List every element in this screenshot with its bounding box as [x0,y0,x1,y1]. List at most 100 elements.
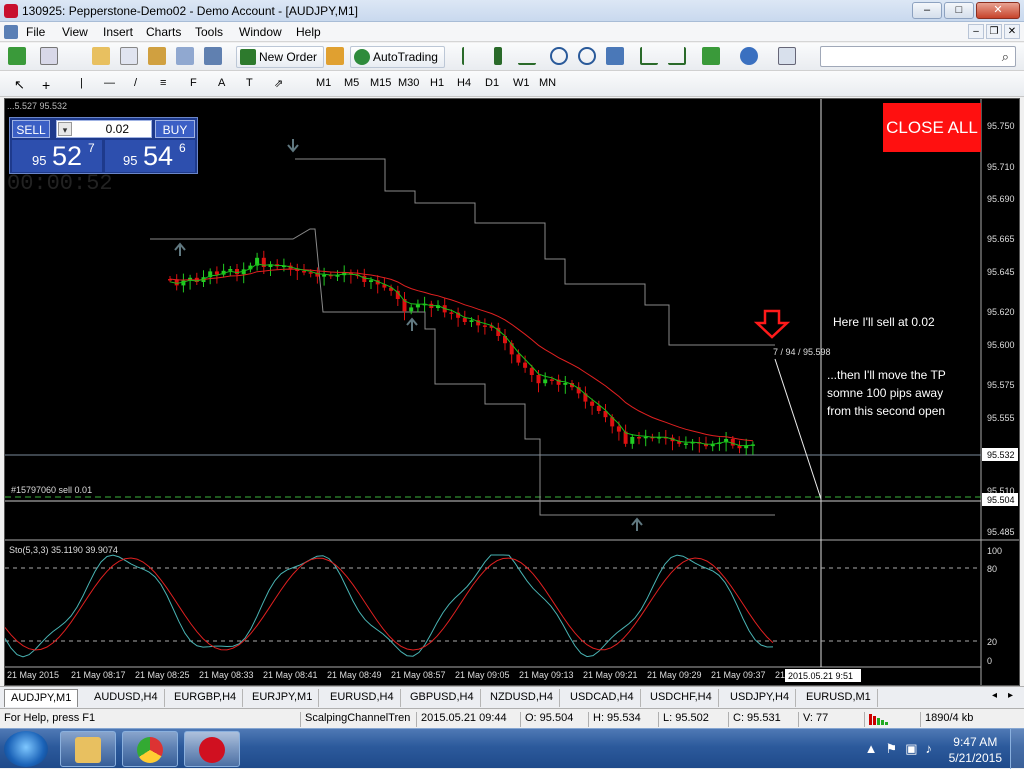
new-order-button[interactable]: New Order [236,46,325,68]
minimize-button[interactable]: – [912,2,942,19]
bar-chart-icon[interactable] [462,47,472,67]
horizontal-line-icon[interactable]: — [104,77,115,89]
status-profile: ScalpingChannelTren [300,712,410,727]
tab-gbpusd-h4[interactable]: GBPUSD,H4 [404,689,481,707]
new-chart-icon[interactable] [8,47,26,67]
zoom-in-icon[interactable] [550,47,568,67]
close-button[interactable]: ✕ [976,2,1020,19]
tab-nzdusd-h4[interactable]: NZDUSD,H4 [484,689,560,707]
chart-shift-icon[interactable] [668,47,686,67]
zoom-out-icon[interactable] [578,47,596,67]
autoscroll-icon[interactable] [640,47,658,67]
crosshair-tool-icon[interactable]: + [42,77,50,93]
tab-audjpy-m1[interactable]: AUDJPY,M1 [4,689,79,707]
tf-w1[interactable]: W1 [513,77,530,89]
text-label-icon[interactable]: T [246,77,253,89]
mdi-icon[interactable] [4,25,18,39]
chart-window[interactable]: 95.750 95.710 95.690 95.665 95.645 95.620 95.6… [4,98,1020,686]
tf-mn[interactable]: MN [539,77,556,89]
tf-h4[interactable]: H4 [457,77,471,89]
line-chart-icon[interactable] [518,47,536,67]
market-watch-icon[interactable] [92,47,110,67]
tab-eurjpy-m1[interactable]: EURJPY,M1 [246,689,320,707]
close-all-button[interactable]: CLOSE ALL [883,103,981,152]
tab-usdchf-h4[interactable]: USDCHF,H4 [644,689,719,707]
clock[interactable]: 9:47 AM 5/21/2015 [949,734,1002,766]
tabs-scroll-right-icon[interactable]: ▸ [1008,690,1013,701]
mdi-minimize-button[interactable]: – [968,24,984,39]
candlestick-chart-icon[interactable] [490,47,502,67]
meta-editor-icon[interactable] [326,47,344,67]
profiles-icon[interactable] [40,47,58,67]
time-tick-label: 21 May 08:25 [135,670,190,680]
templates-icon[interactable] [778,47,796,67]
tab-audusd-h4[interactable]: AUDUSD,H4 [88,689,165,707]
menu-help[interactable]: Help [296,25,321,39]
tf-m5[interactable]: M5 [344,77,359,89]
search-icon[interactable]: ⌕ [1002,49,1009,65]
taskbar-explorer[interactable] [60,731,116,767]
network-icon[interactable]: ▣ [905,741,917,757]
tab-eurusd-h4[interactable]: EURUSD,H4 [324,689,401,707]
tf-m1[interactable]: M1 [316,77,331,89]
menu-insert[interactable]: Insert [103,25,133,39]
menu-file[interactable]: File [26,25,45,39]
channel-icon[interactable]: ≡ [160,77,166,89]
chart-canvas[interactable]: 95.750 95.710 95.690 95.665 95.645 95.620 95.6… [5,99,1019,685]
time-tick-label: 21 May 09:05 [455,670,510,680]
sell-button[interactable]: SELL [12,120,50,138]
terminal-icon[interactable] [176,47,194,67]
tf-m30[interactable]: M30 [398,77,419,89]
text-tool-icon[interactable]: A [218,77,225,89]
taskbar-metatrader[interactable] [184,731,240,767]
tab-usdjpy-h4[interactable]: USDJPY,H4 [724,689,797,707]
menu-window[interactable]: Window [239,25,282,39]
search-box[interactable]: ⌕ [820,46,1016,67]
show-hidden-icons-icon[interactable]: ▲ [865,741,878,757]
autotrading-button[interactable]: AutoTrading [350,46,445,68]
tab-usdcad-h4[interactable]: USDCAD,H4 [564,689,641,707]
navigator-icon[interactable] [148,47,166,67]
candle-body [616,426,621,432]
candle-body [643,436,648,439]
tab-eurgbp-h4[interactable]: EURGBP,H4 [168,689,244,707]
menu-view[interactable]: View [62,25,88,39]
data-window-icon[interactable] [120,47,138,67]
indicators-icon[interactable] [702,47,720,67]
cursor-tool-icon[interactable]: ↖ [14,77,25,93]
order-label: #15797060 sell 0.01 [11,485,92,495]
arrows-icon[interactable]: ⇗ [274,77,283,90]
menu-charts[interactable]: Charts [146,25,181,39]
fibonacci-icon[interactable]: F [190,77,197,89]
menu-tools[interactable]: Tools [195,25,223,39]
ask-price-button[interactable]: 95 54 6 [105,140,195,172]
candle-body [415,304,420,308]
osc-level-label: 20 [987,637,997,647]
volume-icon[interactable]: ♪ [926,741,933,757]
buy-button[interactable]: BUY [155,120,195,138]
mdi-close-button[interactable]: ✕ [1004,24,1020,39]
vertical-line-icon[interactable]: | [80,77,83,89]
tab-eurusd-m1[interactable]: EURUSD,M1 [800,689,878,707]
tf-d1[interactable]: D1 [485,77,499,89]
mdi-restore-button[interactable]: ❐ [986,24,1002,39]
periods-icon[interactable] [740,47,758,67]
lot-dropdown-icon[interactable]: ▾ [58,122,72,136]
taskbar-chrome[interactable] [122,731,178,767]
tf-m15[interactable]: M15 [370,77,391,89]
flag-icon[interactable]: ⚑ [886,741,898,757]
search-input[interactable] [821,47,991,66]
status-close: C: 95.531 [728,712,781,727]
status-datetime: 2015.05.21 09:44 [416,712,507,727]
tile-windows-icon[interactable] [606,47,624,67]
strategy-tester-icon[interactable] [204,47,222,67]
tabs-scroll-left-icon[interactable]: ◂ [992,690,997,701]
maximize-button[interactable]: □ [944,2,974,19]
start-button[interactable] [4,731,48,767]
channel-upper-line [295,158,775,346]
clock-time: 9:47 AM [953,735,998,749]
show-desktop-button[interactable] [1010,729,1024,769]
trendline-icon[interactable]: / [134,77,137,89]
tf-h1[interactable]: H1 [430,77,444,89]
bid-price-button[interactable]: 95 52 7 [12,140,102,172]
